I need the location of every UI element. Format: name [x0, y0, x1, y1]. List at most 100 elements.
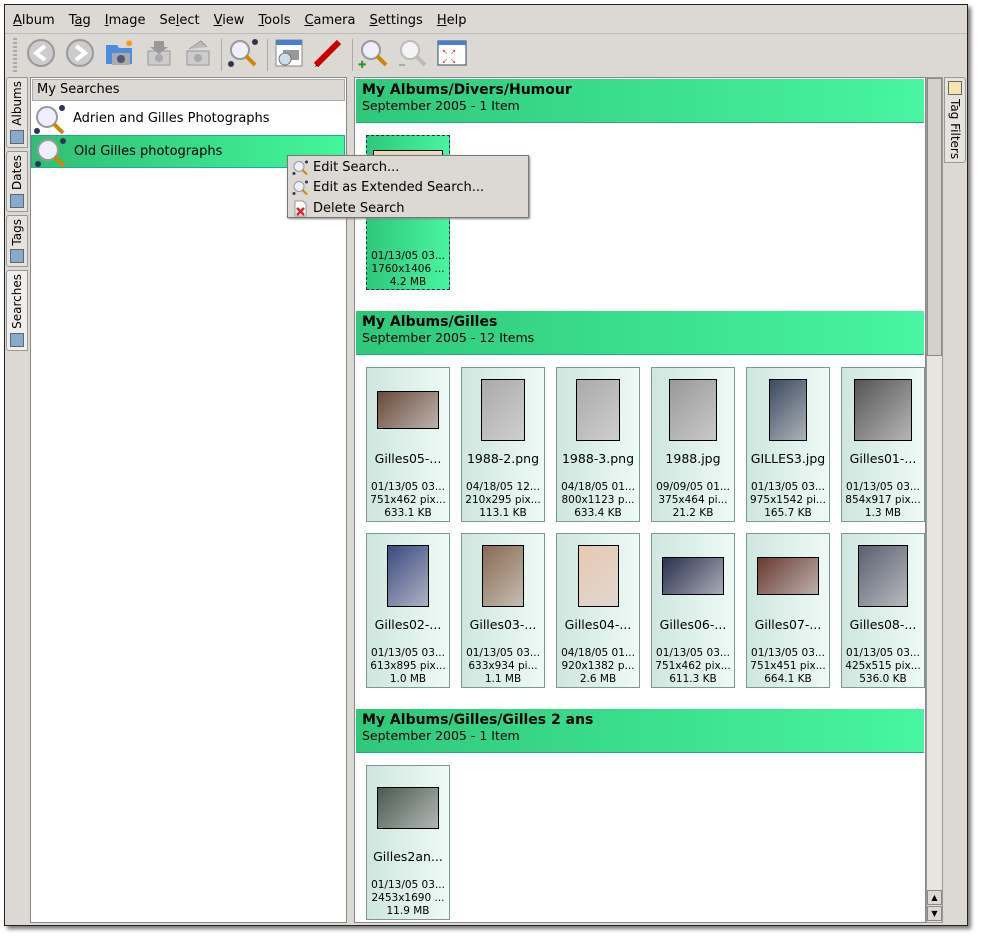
thumbnail-size: 1.0 MB: [389, 673, 427, 685]
import-button[interactable]: [140, 37, 176, 73]
thumbnail-info: 04/18/05 01... 920x1382 p... 2.6 MB: [561, 647, 635, 686]
menu-view[interactable]: ViewView: [214, 13, 245, 28]
album-header[interactable]: My Albums/Divers/Humour September 2005 - …: [356, 79, 924, 123]
image-viewer-icon: [273, 37, 305, 73]
search-icon: [34, 136, 68, 168]
menu-help[interactable]: HelpHelp: [437, 13, 467, 28]
tab-label: Tag Filters: [948, 99, 962, 160]
zoom-out-button[interactable]: [395, 37, 431, 73]
fullscreen-icon: ↖ ↗ ↙ ↘: [436, 37, 468, 73]
thumbnail-item[interactable]: Gilles08-... 01/13/05 03... 425x515 pix...…: [841, 533, 925, 688]
tab-label: Searches: [10, 274, 24, 330]
menu-tag[interactable]: TagTag: [69, 13, 91, 28]
scroll-down-button[interactable]: ▼: [927, 906, 942, 921]
thumbnail-date: 01/13/05 03...: [846, 647, 920, 659]
thumbnail-item[interactable]: 1988-3.png 04/18/05 01... 800x1123 p... 633…: [556, 367, 640, 522]
thumbnail-date: 01/13/05 03...: [371, 647, 445, 659]
menu-item-edit-extended-search[interactable]: Edit as Extended Search...: [288, 178, 528, 199]
thumbnail-item[interactable]: Gilles04-... 04/18/05 01... 920x1382 p... 2…: [556, 533, 640, 688]
tab-tag-filters[interactable]: Tag Filters: [944, 77, 966, 164]
thumbnail-date: 04/18/05 01...: [561, 647, 635, 659]
tab-albums[interactable]: Albums: [6, 77, 28, 148]
toolbar-grip[interactable]: [13, 37, 17, 72]
menu-album[interactable]: AlbumAlbum: [13, 13, 55, 28]
thumbnail-size: 21.2 KB: [672, 507, 714, 519]
thumbnail-item[interactable]: Gilles02-... 01/13/05 03... 613x895 pix...…: [366, 533, 450, 688]
digikam-window: AlbumAlbum TagTag ImageImage SelectSelect Vi…: [4, 4, 968, 926]
thumbnail-item[interactable]: Gilles06-... 01/13/05 03... 751x462 pix...…: [651, 533, 735, 688]
thumbnail-name: Gilles07-...: [754, 617, 822, 632]
menu-settings[interactable]: SettingsSettings: [370, 13, 423, 28]
menu-item-delete-search[interactable]: Delete Search: [288, 198, 528, 219]
thumbnail-info: 01/13/05 03... 854x917 pix... 1.3 MB: [845, 481, 920, 520]
thumbnail-size: 2.6 MB: [579, 673, 617, 685]
thumbnail-image: [669, 379, 717, 441]
thumbnail-info: 04/18/05 01... 800x1123 p... 633.4 KB: [561, 481, 635, 520]
new-album-button[interactable]: ✹: [101, 37, 137, 73]
thumbnail-name: GILLES3.jpg: [750, 451, 826, 466]
image-viewer-button[interactable]: [271, 37, 307, 73]
thumbnail-frame: [387, 538, 429, 614]
thumbnail-date: 01/13/05 03...: [371, 481, 445, 493]
zoom-in-button[interactable]: ✚: [356, 37, 392, 73]
tab-tags-icon: [10, 249, 24, 264]
thumbnail-name: Gilles01-...: [849, 451, 917, 466]
thumbnail-name: Gilles06-...: [659, 617, 727, 632]
scrollbar-thumb[interactable]: [927, 78, 942, 356]
thumbnail-info: 01/13/05 03... 2453x1690 ... 11.9 MB: [371, 879, 445, 918]
thumbnail-image: [387, 545, 429, 607]
menu-select[interactable]: SelectSelect: [159, 13, 199, 28]
thumbnail-image: [481, 379, 525, 441]
thumbnail-image: [858, 545, 908, 607]
thumbnail-info: 01/13/05 03... 751x462 pix... 633.1 KB: [370, 481, 445, 520]
album-header[interactable]: My Albums/Gilles September 2005 - 12 Item…: [356, 311, 924, 355]
thumbnail-frame: [377, 372, 439, 448]
thumbnail-item[interactable]: GILLES3.jpg 01/13/05 03... 975x1542 pi... 1…: [746, 367, 830, 522]
vertical-scrollbar[interactable]: ▲ ▼: [926, 77, 943, 923]
svg-text:✚: ✚: [358, 60, 366, 69]
thumbnail-dims: 375x464 pi...: [658, 494, 728, 506]
thumbnail-item[interactable]: Gilles05-... 01/13/05 03... 751x462 pix...…: [366, 367, 450, 522]
album-header[interactable]: My Albums/Gilles/Gilles 2 ans September 2…: [356, 709, 924, 753]
new-album-icon: ✹: [103, 37, 135, 73]
thumbnail-item[interactable]: Gilles07-... 01/13/05 03... 751x451 pix...…: [746, 533, 830, 688]
thumbnail-date: 01/13/05 03...: [466, 647, 540, 659]
thumbnail-frame: [481, 372, 525, 448]
menu-item-edit-search[interactable]: Edit Search...: [288, 157, 528, 178]
delete-icon: [292, 200, 309, 217]
edit-pencil-icon: [312, 37, 344, 73]
menu-item-label: Edit as Extended Search...: [313, 180, 485, 196]
menu-image[interactable]: ImageImage: [105, 13, 146, 28]
edit-pencil-button[interactable]: [310, 37, 346, 73]
search-button[interactable]: [225, 37, 261, 73]
thumbnail-item[interactable]: Gilles01-... 01/13/05 03... 854x917 pix...…: [841, 367, 925, 522]
thumbnail-dims: 751x451 pix...: [750, 660, 826, 672]
thumbnail-item[interactable]: Gilles03-... 01/13/05 03... 633x934 pi... 1…: [461, 533, 545, 688]
search-icon: [227, 37, 259, 73]
menu-camera[interactable]: CameraCamera: [304, 13, 355, 28]
menu-tools[interactable]: ToolsTools: [258, 13, 290, 28]
album-title: My Albums/Divers/Humour: [362, 82, 572, 98]
panel-header: My Searches: [32, 79, 345, 101]
left-sidebar-tabs: Albums Dates Tags Searches: [6, 77, 30, 354]
album-section: My Albums/Gilles September 2005 - 12 Item…: [355, 311, 925, 708]
tab-dates[interactable]: Dates: [6, 150, 28, 212]
thumbnail-item[interactable]: Gilles2an... 01/13/05 03... 2453x1690 ... 1…: [366, 765, 450, 920]
tab-dates-icon: [10, 193, 24, 208]
toolbar: ✹ ✚ ↖ ↗ ↙ ↘: [5, 33, 967, 75]
thumbnail-item[interactable]: 1988-2.png 04/18/05 12... 210x295 pix... 11…: [461, 367, 545, 522]
export-button[interactable]: [179, 37, 215, 73]
menu-item-label: Edit Search...: [313, 159, 400, 175]
search-item[interactable]: Adrien and Gilles Photographs: [31, 102, 346, 135]
thumbnail-size: 113.1 KB: [479, 507, 527, 519]
forward-button[interactable]: [62, 37, 98, 73]
fullscreen-button[interactable]: ↖ ↗ ↙ ↘: [434, 37, 470, 73]
tab-searches[interactable]: Searches: [6, 270, 28, 352]
svg-text:✹: ✹: [125, 39, 133, 50]
back-button[interactable]: [23, 37, 59, 73]
thumbnail-frame: [669, 372, 717, 448]
scroll-up-button[interactable]: ▲: [927, 890, 942, 905]
tab-tags[interactable]: Tags: [6, 214, 28, 268]
thumbnail-item[interactable]: 1988.jpg 09/09/05 01... 375x464 pi... 21.2 …: [651, 367, 735, 522]
thumbnail-size: 611.3 KB: [669, 673, 717, 685]
